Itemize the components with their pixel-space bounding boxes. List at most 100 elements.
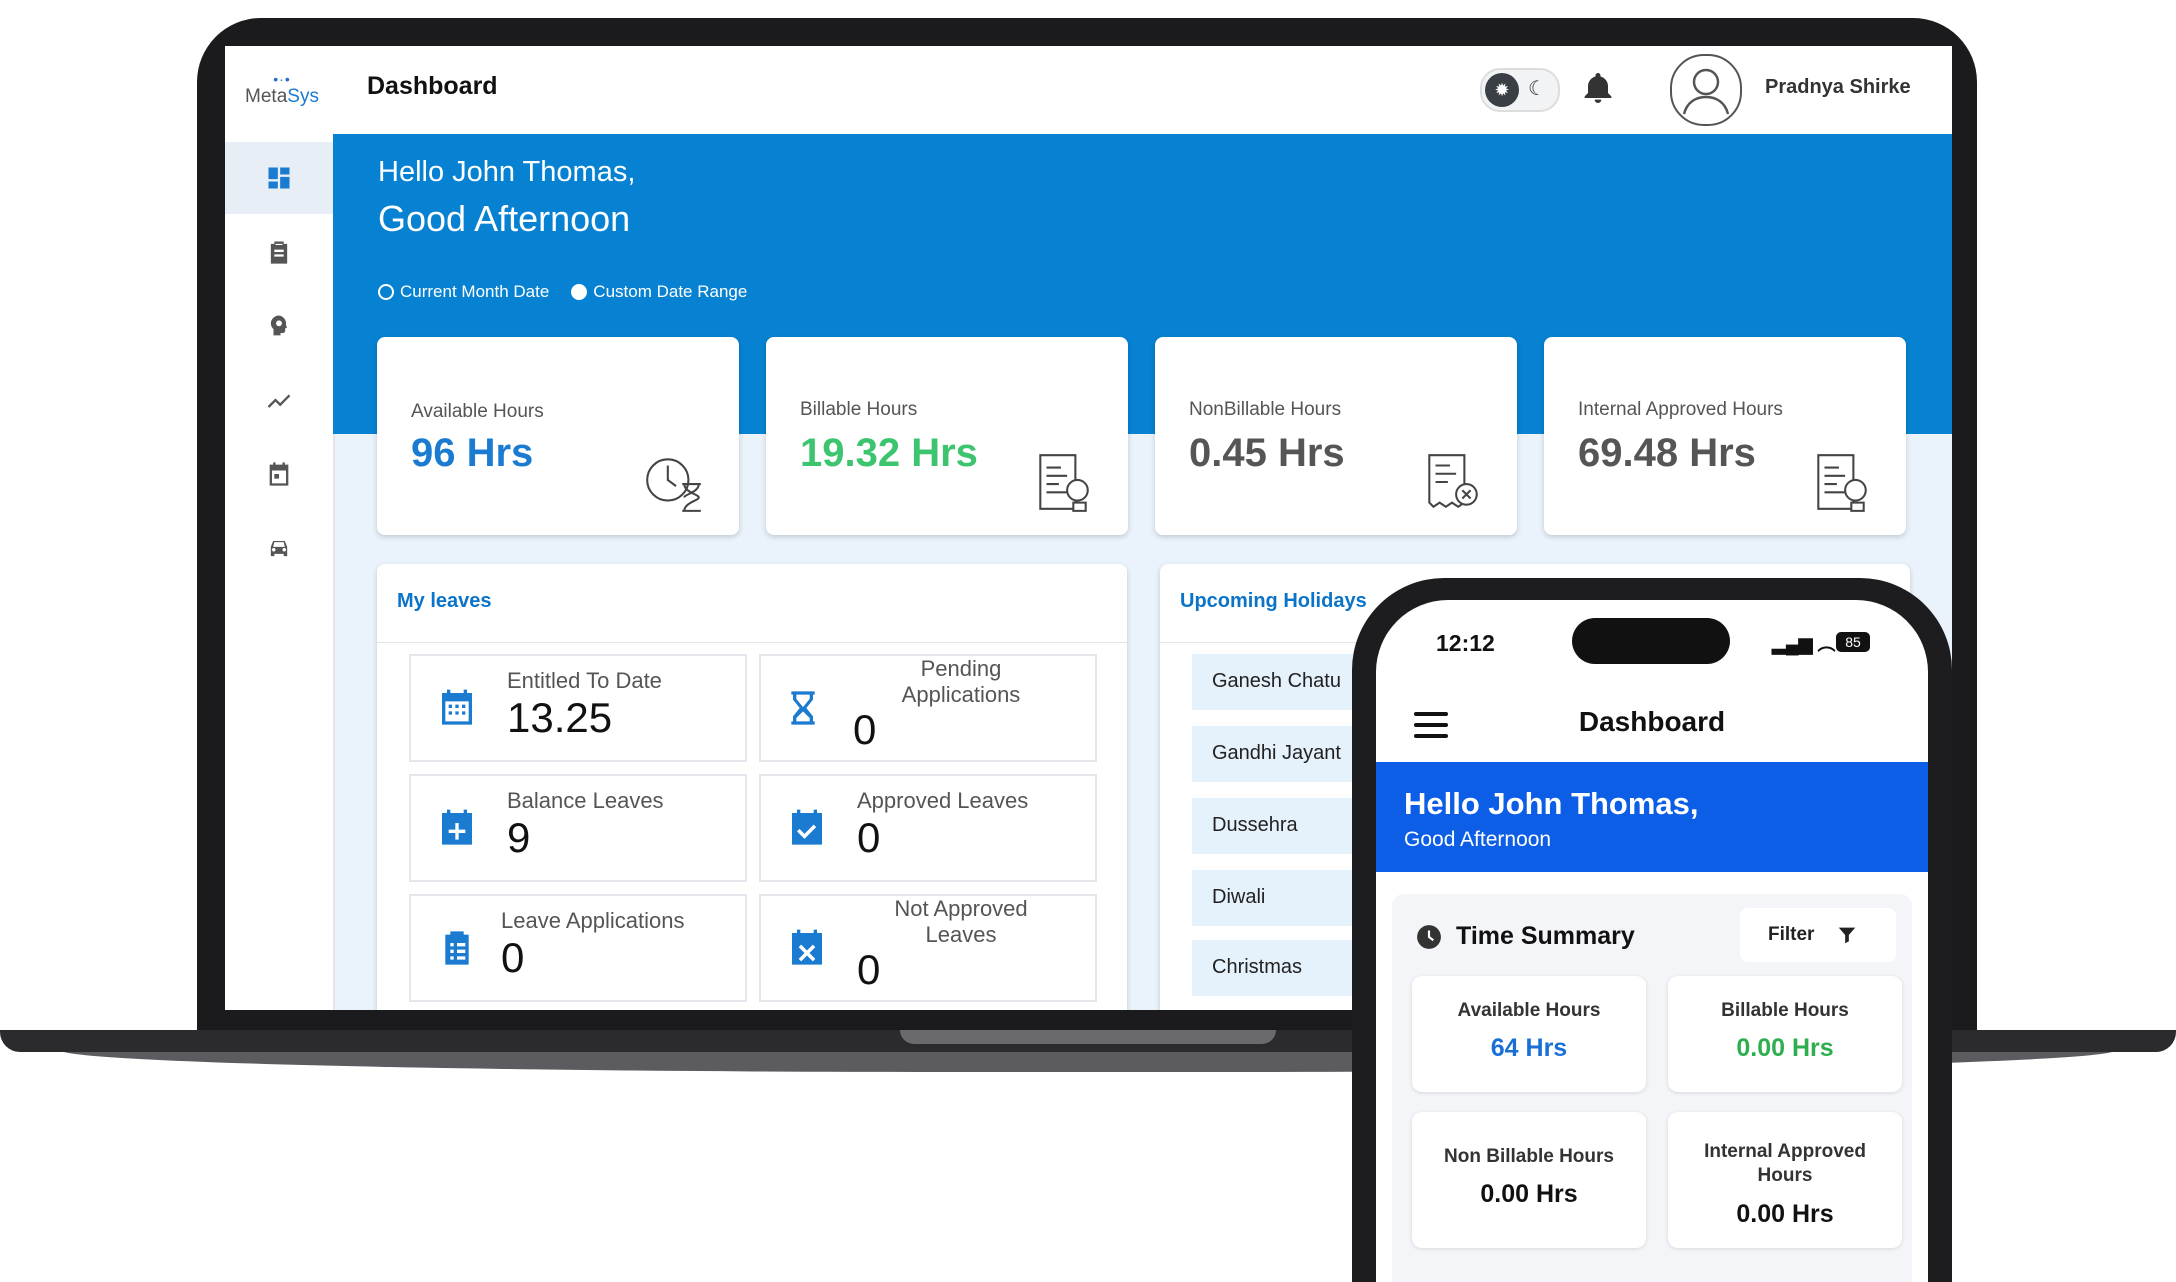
hourglass-icon: [791, 691, 815, 725]
leave-label: Entitled To Date: [507, 668, 662, 693]
stat-card-nonbillable-hours[interactable]: NonBillable Hours 0.45 Hrs: [1155, 337, 1517, 535]
filter-icon: [1838, 927, 1856, 944]
stat-label: Billable Hours: [800, 399, 918, 420]
holiday-item[interactable]: Ganesh Chatu: [1192, 654, 1362, 710]
stat-value: 69.48 Hrs: [1578, 431, 1756, 475]
card-label: Internal Approved Hours: [1668, 1140, 1902, 1188]
radio-custom-range[interactable]: [571, 284, 588, 300]
time-summary-title: Time Summary: [1456, 922, 1635, 950]
stat-card-available-hours[interactable]: Available Hours 96 Hrs: [377, 337, 739, 535]
phone-card-non-billable-hours[interactable]: Non Billable Hours 0.00 Hrs: [1412, 1112, 1646, 1248]
avatar[interactable]: [1670, 54, 1742, 126]
sidebar-item-dashboard[interactable]: [225, 142, 333, 214]
holiday-item[interactable]: Diwali: [1192, 870, 1362, 926]
filter-button[interactable]: Filter: [1740, 908, 1896, 962]
phone-card-internal-approved-hours[interactable]: Internal Approved Hours 0.00 Hrs: [1668, 1112, 1902, 1248]
user-name[interactable]: Pradnya Shirke: [1765, 76, 1911, 99]
holiday-item[interactable]: Gandhi Jayant: [1192, 726, 1362, 782]
leave-tile-entitled[interactable]: Entitled To Date 13.25: [409, 654, 747, 762]
receipt-cancel-icon: [1428, 454, 1478, 509]
salutation-text: Good Afternoon: [378, 198, 631, 239]
holiday-item[interactable]: Christmas: [1192, 940, 1362, 996]
document-icon: [1039, 454, 1089, 512]
sidebar-item-skills[interactable]: [225, 290, 333, 362]
leave-tile-applications[interactable]: Leave Applications 0: [409, 894, 747, 1002]
panel-title: My leaves: [397, 590, 492, 612]
sun-icon: ✹: [1485, 73, 1519, 107]
sidebar-item-travel[interactable]: [225, 512, 333, 584]
holiday-name: Ganesh Chatu: [1212, 670, 1341, 692]
leave-label: Balance Leaves: [507, 788, 664, 813]
stat-label: Available Hours: [411, 401, 544, 422]
leave-value: 0: [501, 934, 525, 981]
card-label: Billable Hours: [1721, 1000, 1849, 1021]
leave-label-line1: Pending: [920, 656, 1002, 681]
card-value: 0.00 Hrs: [1480, 1180, 1578, 1208]
card-value: 0.00 Hrs: [1736, 1034, 1834, 1062]
leave-label: Leave Applications: [501, 908, 685, 933]
stat-card-billable-hours[interactable]: Billable Hours 19.32 Hrs: [766, 337, 1128, 535]
clock-icon: [1417, 925, 1441, 949]
signal-wifi-icon: ▂▄▆ ︵: [1772, 634, 1836, 654]
logo-mark: •·•: [273, 71, 291, 87]
stat-value: 19.32 Hrs: [800, 431, 978, 475]
status-time: 12:12: [1436, 630, 1495, 656]
trend-chart-icon: [267, 394, 291, 408]
date-range-radios: Current Month Date Custom Date Range: [378, 282, 747, 302]
sidebar-item-calendar[interactable]: [225, 438, 333, 510]
phone-welcome-banner: Hello John Thomas, Good Afternoon: [1376, 762, 1928, 872]
my-leaves-panel: My leaves Entitled To Date 13.25 Pending…: [377, 564, 1127, 1010]
logo-text-sys: Sys: [287, 86, 319, 107]
card-value: 0.00 Hrs: [1736, 1200, 1834, 1228]
phone-salutation: Good Afternoon: [1404, 828, 1552, 851]
settings-head-icon: [270, 315, 287, 336]
card-label-line1: Internal Approved: [1704, 1141, 1866, 1162]
leave-value: 0: [853, 706, 877, 753]
calendar-x-icon: [792, 929, 822, 965]
topbar: Dashboard ✹ ☾ Pradnya Shirke: [333, 46, 1952, 134]
phone-card-available-hours[interactable]: Available Hours 64 Hrs: [1412, 976, 1646, 1092]
stat-value: 96 Hrs: [411, 431, 534, 475]
stat-label: Internal Approved Hours: [1578, 399, 1783, 420]
leave-value: 13.25: [507, 694, 613, 741]
sidebar-item-reports[interactable]: [225, 364, 333, 436]
radio-current-month-label[interactable]: Current Month Date: [400, 282, 549, 302]
notification-bell-icon[interactable]: [1578, 68, 1618, 108]
phone-card-billable-hours[interactable]: Billable Hours 0.00 Hrs: [1668, 976, 1902, 1092]
card-value: 64 Hrs: [1490, 1034, 1568, 1062]
moon-icon: ☾: [1528, 78, 1546, 100]
leave-tile-pending[interactable]: Pending Applications 0: [759, 654, 1097, 762]
leave-label: Pending Applications: [881, 656, 1041, 708]
leave-tile-not-approved[interactable]: Not Approved Leaves 0: [759, 894, 1097, 1002]
logo-text-meta: Meta: [245, 86, 288, 107]
divider: [377, 642, 1127, 643]
sidebar: •·• MetaSys: [225, 46, 335, 1010]
leave-label-line1: Not Approved: [894, 896, 1028, 921]
leave-tile-approved[interactable]: Approved Leaves 0: [759, 774, 1097, 882]
card-label: Available Hours: [1457, 1000, 1601, 1021]
card-label-line2: Hours: [1757, 1165, 1813, 1186]
clipboard-icon: [270, 241, 288, 264]
panel-title: Upcoming Holidays: [1180, 590, 1367, 612]
holiday-item[interactable]: Dussehra: [1192, 798, 1362, 854]
radio-current-month[interactable]: [378, 284, 394, 300]
calendar-plus-icon: [442, 809, 472, 845]
card-label: Non Billable Hours: [1444, 1146, 1614, 1167]
calendar-icon: [269, 462, 289, 486]
calendar-grid-icon: [442, 689, 472, 725]
holiday-name: Gandhi Jayant: [1212, 742, 1341, 764]
clipboard-list-icon: [445, 931, 469, 965]
stat-card-internal-approved-hours[interactable]: Internal Approved Hours 69.48 Hrs: [1544, 337, 1906, 535]
radio-custom-range-label[interactable]: Custom Date Range: [593, 282, 747, 302]
laptop-notch: [900, 1030, 1276, 1044]
app-logo[interactable]: •·• MetaSys: [243, 72, 321, 132]
leave-label: Not Approved Leaves: [871, 896, 1051, 948]
page-title: Dashboard: [367, 72, 498, 100]
theme-toggle[interactable]: ✹ ☾: [1480, 68, 1560, 112]
filter-label: Filter: [1768, 924, 1815, 945]
leave-tile-balance[interactable]: Balance Leaves 9: [409, 774, 747, 882]
sidebar-item-timesheet[interactable]: [225, 216, 333, 288]
phone-greeting: Hello John Thomas,: [1404, 786, 1699, 821]
document-approved-icon: [1817, 454, 1867, 512]
leave-label-line2: Leaves: [925, 922, 997, 947]
